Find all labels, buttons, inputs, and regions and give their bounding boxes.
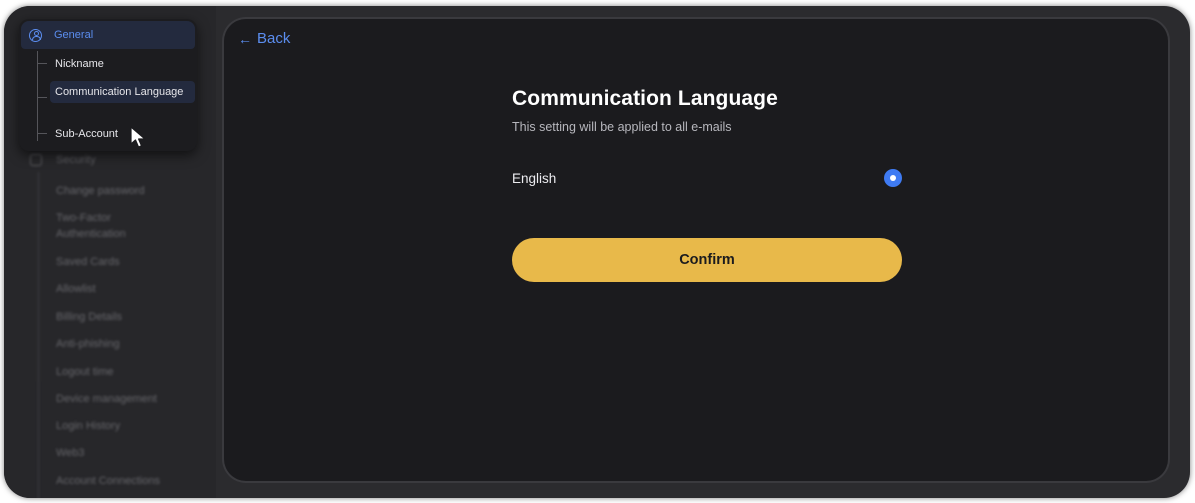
- tree-branch: [37, 133, 47, 134]
- general-menu-panel: General Nickname Communication Language …: [19, 19, 197, 151]
- user-circle-icon: [29, 28, 42, 42]
- sidebar-group-label: General: [54, 29, 94, 41]
- language-radio-selected[interactable]: [884, 169, 902, 187]
- main-panel: ← Back Communication Language This setti…: [224, 19, 1168, 481]
- confirm-button[interactable]: Confirm: [512, 238, 902, 282]
- sidebar-item-nickname[interactable]: Nickname: [55, 56, 104, 72]
- sidebar-item-allowlist[interactable]: Allowlist: [56, 281, 96, 297]
- sidebar-item-account-connections[interactable]: Account Connections: [56, 473, 160, 489]
- sidebar-item-anti-phishing[interactable]: Anti-phishing: [56, 336, 120, 352]
- sidebar-blurred-section: Security Change password Two-Factor Auth…: [4, 146, 216, 498]
- sidebar-item-communication-language[interactable]: Communication Language: [50, 81, 195, 103]
- tree-branch: [37, 97, 47, 98]
- shield-icon: [30, 154, 42, 166]
- radio-dot-icon: [890, 175, 896, 181]
- sidebar-group-general[interactable]: General: [21, 21, 195, 49]
- sidebar-item-login-history[interactable]: Login History: [56, 418, 120, 434]
- sidebar-group-security[interactable]: Security: [30, 154, 96, 166]
- tree-line: [38, 172, 39, 498]
- sidebar-item-change-password[interactable]: Change password: [56, 183, 145, 199]
- back-label: Back: [257, 30, 291, 47]
- tree-line: [37, 51, 38, 141]
- app-window: Security Change password Two-Factor Auth…: [4, 6, 1190, 498]
- language-option-label: English: [512, 170, 557, 186]
- page-title: Communication Language: [512, 87, 778, 110]
- arrow-left-icon: ←: [238, 30, 252, 47]
- back-button[interactable]: ← Back: [238, 30, 290, 47]
- tree-branch: [37, 63, 47, 64]
- settings-sidebar: Security Change password Two-Factor Auth…: [4, 6, 216, 498]
- page-subtitle: This setting will be applied to all e-ma…: [512, 120, 732, 134]
- sidebar-item-billing-details[interactable]: Billing Details: [56, 309, 122, 325]
- sidebar-group-label: Security: [56, 154, 96, 166]
- mouse-pointer-icon: [130, 126, 146, 148]
- sidebar-item-web3[interactable]: Web3: [56, 445, 85, 461]
- sidebar-item-two-factor[interactable]: Two-Factor Authentication: [56, 210, 136, 242]
- language-option-english[interactable]: English: [512, 168, 902, 188]
- sidebar-item-logout-time[interactable]: Logout time: [56, 364, 113, 380]
- sidebar-item-saved-cards[interactable]: Saved Cards: [56, 254, 120, 270]
- sidebar-item-device-management[interactable]: Device management: [56, 391, 157, 407]
- sidebar-item-sub-account[interactable]: Sub-Account: [55, 126, 118, 142]
- language-settings: Communication Language This setting will…: [512, 87, 902, 282]
